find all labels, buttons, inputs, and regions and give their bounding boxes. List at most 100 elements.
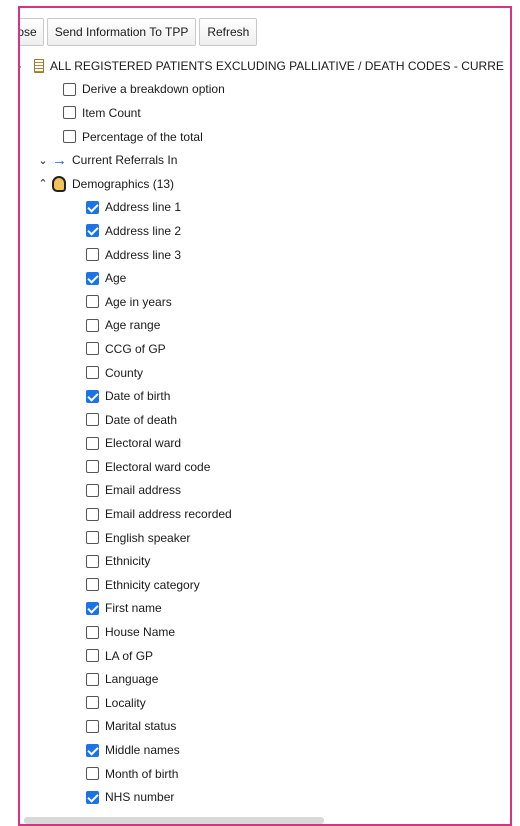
tree-item-label: Age in years	[105, 294, 172, 309]
checkbox[interactable]	[86, 248, 99, 262]
checkbox[interactable]	[86, 531, 99, 545]
tree-item[interactable]: Middle names	[20, 738, 510, 762]
tree-item-label: English speaker	[105, 530, 191, 545]
tree-item[interactable]: Age in years	[20, 290, 510, 314]
tree-item[interactable]: First name	[20, 597, 510, 621]
tree-item[interactable]: Locality	[20, 691, 510, 715]
horizontal-scrollbar[interactable]	[24, 817, 324, 824]
checkbox[interactable]	[63, 130, 76, 144]
checkbox[interactable]	[86, 271, 99, 285]
tree-item[interactable]: Item Count	[20, 101, 510, 125]
checkbox[interactable]	[86, 649, 99, 663]
chevron-up-icon[interactable]: ⌃	[38, 177, 48, 190]
checkbox[interactable]	[86, 601, 99, 615]
tree-item-label: Marital status	[105, 719, 177, 734]
tree-item[interactable]: English speaker	[20, 526, 510, 550]
tree-item[interactable]: Ethnicity	[20, 549, 510, 573]
report-panel: Close Send Information To TPP Refresh ⌄ …	[18, 6, 512, 826]
tree-item-label: Ethnicity	[105, 554, 151, 569]
chevron-down-icon[interactable]: ⌄	[38, 154, 48, 167]
tree-item[interactable]: Age	[20, 266, 510, 290]
tree-item[interactable]: County	[20, 361, 510, 385]
tree-item[interactable]: Derive a breakdown option	[20, 78, 510, 102]
tree-item-label: Email address recorded	[105, 507, 232, 522]
checkbox[interactable]	[86, 460, 99, 474]
tree-item-label: NHS number	[105, 790, 175, 805]
checkbox[interactable]	[86, 224, 99, 238]
checkbox[interactable]	[86, 507, 99, 521]
checkbox[interactable]	[86, 342, 99, 356]
checkbox[interactable]	[63, 106, 76, 120]
tree-item-label: Month of birth	[105, 766, 179, 781]
tree-root-label: ALL REGISTERED PATIENTS EXCLUDING PALLIA…	[50, 58, 504, 73]
checkbox[interactable]	[86, 743, 99, 757]
checkbox[interactable]	[86, 200, 99, 214]
tree-item[interactable]: Ethnicity category	[20, 573, 510, 597]
tree-item-label: LA of GP	[105, 648, 154, 663]
checkbox[interactable]	[86, 790, 99, 804]
checkbox[interactable]	[86, 436, 99, 450]
tree-item-demographics[interactable]: ⌃ Demographics (13)	[20, 172, 510, 196]
tree-item[interactable]: Email address	[20, 479, 510, 503]
tree-item[interactable]: LA of GP	[20, 644, 510, 668]
tree-item-label: Electoral ward code	[105, 459, 211, 474]
tree-item-label: CCG of GP	[105, 341, 166, 356]
tree-item-label: Current Referrals In	[72, 153, 178, 168]
tree-item[interactable]: Address line 3	[20, 243, 510, 267]
checkbox[interactable]	[63, 82, 76, 96]
tree-item-label: County	[105, 365, 144, 380]
checkbox[interactable]	[86, 719, 99, 733]
tree-item[interactable]: Electoral ward	[20, 432, 510, 456]
checkbox[interactable]	[86, 366, 99, 380]
tree-item-label: Locality	[105, 695, 146, 710]
checkbox[interactable]	[86, 554, 99, 568]
tree-item[interactable]: NHS number	[20, 785, 510, 809]
send-information-to-tpp-button[interactable]: Send Information To TPP	[46, 18, 197, 46]
tree-item-label: Date of death	[105, 412, 178, 427]
checkbox[interactable]	[86, 295, 99, 309]
tree-item[interactable]: Electoral ward code	[20, 455, 510, 479]
checkbox[interactable]	[86, 483, 99, 497]
tree-item[interactable]: Address line 2	[20, 219, 510, 243]
tree-root-row[interactable]: ⌄ ALL REGISTERED PATIENTS EXCLUDING PALL…	[20, 54, 510, 78]
tree-item[interactable]: Age range	[20, 314, 510, 338]
checkbox[interactable]	[86, 767, 99, 781]
tree-item[interactable]: Date of death	[20, 408, 510, 432]
close-button[interactable]: Close	[20, 18, 44, 46]
checkbox[interactable]	[86, 578, 99, 592]
tree-item-label: Item Count	[82, 105, 141, 120]
tree-item[interactable]: Email address recorded	[20, 502, 510, 526]
tree-item-label: First name	[105, 601, 162, 616]
tree-item-label: Age	[105, 271, 127, 286]
checkbox[interactable]	[86, 672, 99, 686]
chevron-down-icon[interactable]: ⌄	[20, 59, 23, 72]
tree-item[interactable]: Address line 1	[20, 196, 510, 220]
tree-item[interactable]: Percentage of the total	[20, 125, 510, 149]
tree-item-label: Date of birth	[105, 389, 171, 404]
tree-item-label: Percentage of the total	[82, 129, 203, 144]
checkbox[interactable]	[86, 625, 99, 639]
report-tree: ⌄ ALL REGISTERED PATIENTS EXCLUDING PALL…	[20, 54, 510, 809]
checkbox[interactable]	[86, 318, 99, 332]
checkbox[interactable]	[86, 413, 99, 427]
tree-item-label: Age range	[105, 318, 161, 333]
tree-item[interactable]: House Name	[20, 620, 510, 644]
tree-item-label: Ethnicity category	[105, 577, 200, 592]
tree-item[interactable]: Month of birth	[20, 762, 510, 786]
tree-item-label: House Name	[105, 625, 176, 640]
tree-item[interactable]: Language	[20, 667, 510, 691]
checkbox[interactable]	[86, 696, 99, 710]
tree-item[interactable]: Marital status	[20, 715, 510, 739]
refresh-button[interactable]: Refresh	[199, 18, 258, 46]
tree-item-label: Derive a breakdown option	[82, 82, 225, 97]
tree-item-current-referrals[interactable]: ⌄ → Current Referrals In	[20, 148, 510, 172]
tree-item-label: Email address	[105, 483, 182, 498]
checkbox[interactable]	[86, 389, 99, 403]
arrow-right-icon: →	[52, 151, 67, 169]
tree-item-label: Demographics (13)	[72, 176, 175, 191]
tree-item-label: Address line 1	[105, 200, 182, 215]
tree-item[interactable]: CCG of GP	[20, 337, 510, 361]
tree-item[interactable]: Date of birth	[20, 384, 510, 408]
tree-item-label: Middle names	[105, 743, 180, 758]
tree-item-label: Language	[105, 672, 159, 687]
